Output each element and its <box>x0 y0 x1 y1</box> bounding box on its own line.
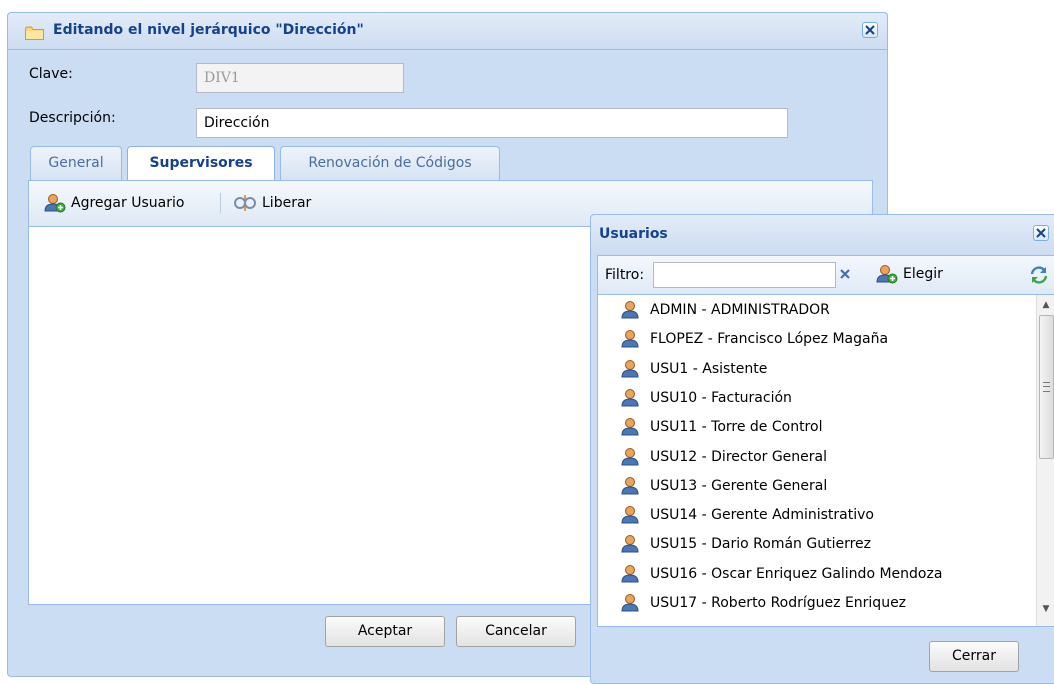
users-list: USU17 - Roberto Rodríguez Enriquez USU16 … <box>597 295 1054 627</box>
tab-general[interactable]: General <box>30 146 122 180</box>
user-icon <box>620 505 642 529</box>
user-icon <box>620 388 642 412</box>
add-user-label: Agregar Usuario <box>71 195 185 211</box>
scroll-thumb[interactable] <box>1039 315 1054 459</box>
close-icon[interactable] <box>862 22 878 38</box>
picker-header[interactable]: Usuarios <box>591 215 1054 255</box>
list-item-label: USU15 - Dario Román Gutierrez <box>650 536 872 553</box>
tab-renovacion-codigos[interactable]: Renovación de Códigos <box>280 146 500 180</box>
folder-icon <box>25 26 44 40</box>
descripcion-label: Descripción: <box>29 110 116 126</box>
list-scrollbar[interactable]: ▲ ▼ <box>1036 295 1054 626</box>
release-button[interactable]: Liberar <box>233 193 323 215</box>
list-item-label: USU11 - Torre de Control <box>650 419 823 436</box>
picker-close-icon[interactable] <box>1033 225 1049 241</box>
clear-icon[interactable] <box>838 267 852 281</box>
list-item-label: USU1 - Asistente <box>650 360 768 377</box>
release-icon <box>234 195 256 211</box>
user-icon <box>620 447 642 471</box>
list-item-label: USU16 - Oscar Enriquez Galindo Mendoza <box>650 565 943 582</box>
dialog-title: Editando el nivel jerárquico "Dirección" <box>53 22 364 38</box>
clave-input: DIV1 <box>196 63 404 93</box>
list-item-label: USU17 - Roberto Rodríguez Enriquez <box>650 595 907 611</box>
user-icon <box>620 564 642 588</box>
filter-input[interactable] <box>653 262 836 288</box>
descripcion-input[interactable]: Dirección <box>196 108 788 138</box>
release-label: Liberar <box>262 195 312 211</box>
user-icon <box>620 534 642 558</box>
scroll-down-arrow[interactable]: ▼ <box>1037 601 1054 617</box>
list-item-label: FLOPEZ - Francisco López Magaña <box>650 331 889 348</box>
choose-label: Elegir <box>903 266 943 282</box>
filter-label: Filtro: <box>605 267 645 283</box>
accept-button[interactable]: Aceptar <box>325 616 445 647</box>
list-item-label: ADMIN - ADMINISTRADOR <box>650 302 830 318</box>
picker-title: Usuarios <box>599 226 668 242</box>
user-icon <box>620 300 642 324</box>
refresh-icon[interactable] <box>1028 264 1050 286</box>
user-icon <box>620 359 642 383</box>
list-item-label: USU14 - Gerente Administrativo <box>650 507 874 524</box>
user-icon <box>620 476 642 500</box>
scroll-grip <box>1043 382 1050 392</box>
user-icon <box>620 593 642 617</box>
add-user-button[interactable]: Agregar Usuario <box>44 193 209 215</box>
user-icon <box>620 417 642 441</box>
scroll-up-arrow[interactable]: ▲ <box>1037 297 1054 313</box>
list-item-label: USU10 - Facturación <box>650 389 792 406</box>
cancel-button[interactable]: Cancelar <box>456 616 576 647</box>
list-item-label: USU13 - Gerente General <box>650 477 828 494</box>
user-add-icon <box>876 265 898 284</box>
toolbar-separator <box>220 193 221 213</box>
user-add-icon <box>44 194 66 213</box>
user-icon <box>620 329 642 353</box>
tab-supervisores[interactable]: Supervisores <box>127 146 275 182</box>
close-button[interactable]: Cerrar <box>929 641 1019 672</box>
dialog-header[interactable]: Editando el nivel jerárquico "Dirección" <box>8 13 887 50</box>
users-picker-window: Usuarios Filtro: Elegir USU17 - Roberto <box>590 214 1054 684</box>
picker-toolbar: Filtro: Elegir <box>597 255 1054 295</box>
list-item-label: USU12 - Director General <box>650 448 828 465</box>
clave-label: Clave: <box>29 66 73 82</box>
